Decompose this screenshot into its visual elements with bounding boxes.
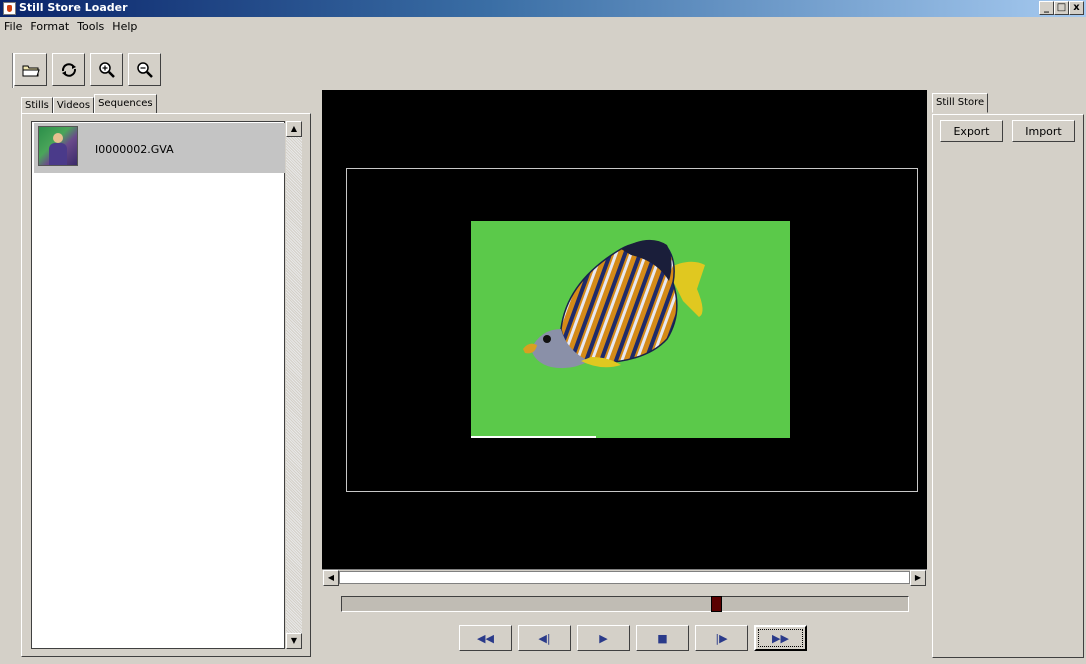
zoom-out-icon (136, 61, 153, 78)
right-panel (932, 114, 1084, 658)
menu-bar: File Format Tools Help (0, 18, 1086, 36)
menu-tools[interactable]: Tools (73, 18, 108, 36)
tab-still-store[interactable]: Still Store (932, 93, 989, 113)
zoom-in-icon (98, 61, 115, 78)
step-forward-button[interactable]: |▶ (695, 625, 748, 651)
stop-button[interactable]: ■ (636, 625, 689, 651)
scroll-right-icon[interactable]: ▶ (910, 570, 926, 586)
import-button[interactable]: Import (1012, 120, 1075, 142)
open-button[interactable] (14, 53, 47, 86)
preview-horizontal-scrollbar[interactable]: ◀ ▶ (322, 569, 927, 586)
export-button[interactable]: Export (940, 120, 1003, 142)
play-button[interactable]: ▶ (577, 625, 630, 651)
scroll-down-icon[interactable]: ▼ (286, 633, 302, 649)
list-vertical-scrollbar[interactable]: ▲ ▼ (286, 121, 302, 649)
menu-help[interactable]: Help (108, 18, 141, 36)
preview-image (471, 221, 790, 438)
timeline-playhead[interactable] (710, 596, 722, 612)
refresh-button[interactable] (52, 53, 85, 86)
fast-forward-icon: ▶▶ (772, 631, 789, 645)
rewind-icon: ◀◀ (477, 631, 494, 645)
play-icon: ▶ (599, 631, 608, 645)
tab-sequences[interactable]: Sequences (94, 94, 157, 114)
timeline-slider[interactable] (341, 596, 909, 612)
maximize-button[interactable]: □ (1054, 1, 1069, 15)
file-list[interactable]: I0000002.GVA (31, 121, 285, 649)
fast-forward-button[interactable]: ▶▶ (754, 625, 807, 651)
scroll-left-icon[interactable]: ◀ (323, 570, 339, 586)
step-back-button[interactable]: ◀| (518, 625, 571, 651)
menu-format[interactable]: Format (26, 18, 73, 36)
close-button[interactable]: x (1069, 1, 1084, 15)
window-controls: _ □ x (1039, 1, 1084, 15)
refresh-icon (61, 62, 76, 77)
sequence-thumbnail (38, 126, 78, 166)
stop-icon: ■ (657, 631, 668, 645)
title-bar: Still Store Loader _ □ x (0, 0, 1086, 17)
scroll-track[interactable] (339, 571, 910, 584)
java-app-icon (3, 2, 16, 15)
right-tab-strip: Still Store (932, 93, 989, 113)
list-item[interactable]: I0000002.GVA (34, 123, 285, 173)
list-item-name: I0000002.GVA (95, 143, 174, 156)
zoom-out-button[interactable] (128, 53, 161, 86)
minimize-button[interactable]: _ (1039, 1, 1054, 15)
rewind-button[interactable]: ◀◀ (459, 625, 512, 651)
transport-controls: ◀◀ ◀| ▶ ■ |▶ ▶▶ (459, 625, 807, 651)
menu-file[interactable]: File (0, 18, 26, 36)
left-tab-strip: Stills Videos Sequences (21, 94, 157, 114)
folder-icon (22, 65, 40, 76)
step-back-icon: ◀| (538, 631, 551, 645)
scroll-up-icon[interactable]: ▲ (286, 121, 302, 137)
tab-videos[interactable]: Videos (52, 97, 95, 114)
fish-image (471, 239, 705, 438)
step-forward-icon: |▶ (715, 631, 728, 645)
toolbar (14, 53, 166, 86)
zoom-in-button[interactable] (90, 53, 123, 86)
tab-stills[interactable]: Stills (21, 97, 53, 114)
window-title: Still Store Loader (19, 1, 128, 14)
